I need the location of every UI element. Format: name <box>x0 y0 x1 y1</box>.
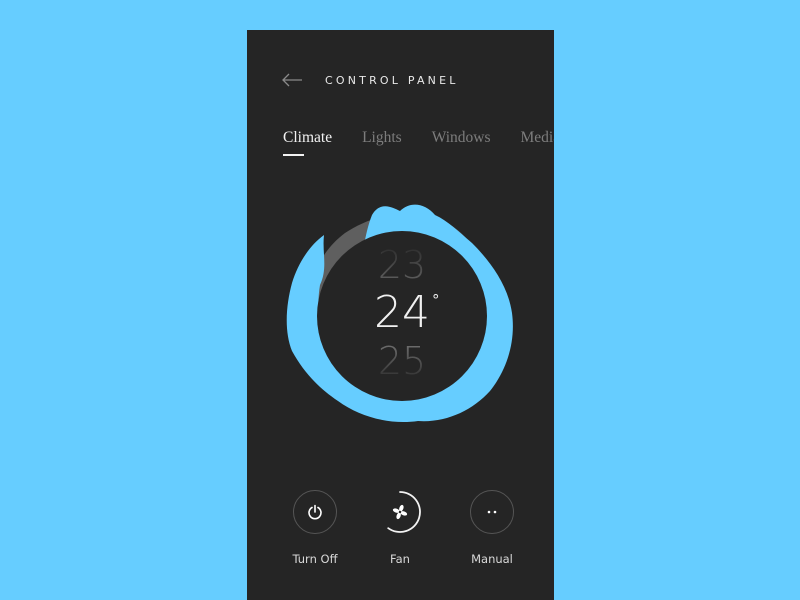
tab-windows[interactable]: Windows <box>432 129 491 147</box>
fan-label: Fan <box>390 552 410 566</box>
tab-bar: Climate Lights Windows Media <box>283 127 555 156</box>
tab-label: Climate <box>283 129 333 146</box>
manual-control: Manual <box>447 490 537 566</box>
degree-symbol: ° <box>432 291 440 309</box>
tab-media[interactable]: Media <box>521 129 555 147</box>
fan-progress-arc <box>387 491 421 533</box>
temperature-previous[interactable]: 23 <box>317 243 487 287</box>
manual-button[interactable] <box>470 490 514 534</box>
dots-icon <box>487 510 497 514</box>
temperature-dial[interactable]: 23 24 25 ° <box>280 193 520 433</box>
turn-off-label: Turn Off <box>292 552 338 566</box>
page-title: CONTROL PANEL <box>325 73 459 87</box>
power-icon <box>308 504 322 520</box>
fan-control: Fan <box>355 490 445 566</box>
control-panel-screen: CONTROL PANEL ClimateLightsWindowsMedia … <box>247 30 554 600</box>
header: CONTROL PANEL <box>281 70 459 90</box>
arrow-left-icon[interactable] <box>281 73 303 87</box>
tab-climate[interactable]: Climate <box>283 129 333 156</box>
temperature-current: 24 <box>374 287 430 338</box>
turn-off-button[interactable] <box>293 490 337 534</box>
temperature-next[interactable]: 25 <box>317 339 487 383</box>
fan-button[interactable] <box>378 490 422 534</box>
active-tab-indicator <box>283 154 304 156</box>
manual-label: Manual <box>471 552 513 566</box>
temperature-picker[interactable]: 23 24 25 <box>317 231 487 401</box>
tab-lights[interactable]: Lights <box>362 129 402 147</box>
turn-off-control: Turn Off <box>270 490 360 566</box>
